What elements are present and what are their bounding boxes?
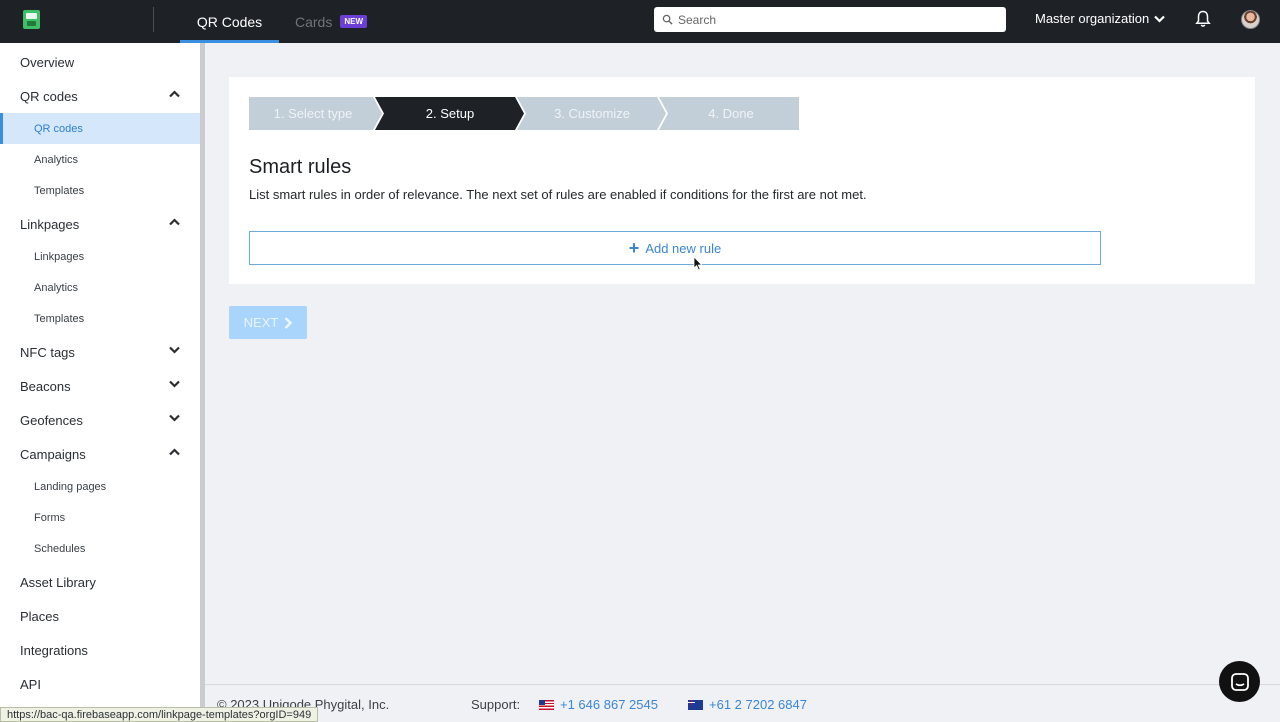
plus-icon: + — [628, 238, 640, 258]
sidebar-item-label: Analytics — [34, 281, 79, 294]
page-description: List smart rules in order of relevance. … — [249, 187, 867, 202]
sidebar-item-geofences[interactable]: Geofences — [0, 405, 200, 435]
support-phone-au[interactable]: +61 2 7202 6847 — [688, 697, 807, 712]
sidebar-subitem-templates[interactable]: Templates — [0, 175, 200, 206]
sidebar-item-label: QR codes — [20, 88, 78, 104]
chevron-down-icon[interactable] — [169, 414, 180, 422]
sidebar-item-places[interactable]: Places — [0, 601, 200, 631]
sidebar-subitem-linkpages[interactable]: Linkpages — [0, 241, 200, 272]
tab-qr-codes[interactable]: QR Codes — [180, 0, 279, 43]
sidebar-subitem-analytics[interactable]: Analytics — [0, 272, 200, 303]
chevron-down-icon[interactable] — [169, 380, 180, 388]
user-avatar[interactable] — [1241, 10, 1260, 29]
sidebar-item-label: Schedules — [34, 542, 86, 555]
sidebar-subitem-schedules[interactable]: Schedules — [0, 533, 200, 564]
sidebar-item-label: API — [20, 676, 41, 692]
us-flag-icon — [539, 699, 554, 710]
sidebar-item-label: Landing pages — [34, 480, 107, 493]
sidebar-subitem-landing-pages[interactable]: Landing pages — [0, 471, 200, 502]
sidebar-item-label: QR codes — [34, 122, 83, 135]
search-box[interactable] — [654, 7, 1006, 32]
wizard-step-setup[interactable]: 2. Setup — [379, 97, 521, 130]
notification-bell-icon[interactable] — [1195, 10, 1211, 28]
sidebar-item-label: Overview — [20, 54, 75, 70]
sidebar-item-api[interactable]: API — [0, 669, 200, 699]
search-input[interactable] — [678, 12, 998, 27]
add-new-rule-button[interactable]: + Add new rule — [249, 231, 1101, 265]
chat-icon — [1230, 672, 1249, 691]
navbar-divider — [153, 7, 154, 32]
sidebar-item-qr-codes[interactable]: QR codes — [0, 81, 200, 111]
sidebar-item-label: Beacons — [20, 378, 71, 394]
sidebar-item-label: Campaigns — [20, 446, 86, 462]
chevron-up-icon[interactable] — [169, 218, 180, 226]
sidebar-item-label: Analytics — [34, 153, 79, 166]
mouse-cursor-icon — [693, 256, 703, 271]
organization-label: Master organization — [1035, 11, 1150, 26]
sidebar-item-label: Integrations — [20, 642, 88, 658]
next-button-label: NEXT — [243, 315, 279, 330]
sidebar-item-linkpages[interactable]: Linkpages — [0, 209, 200, 239]
chevron-up-icon[interactable] — [169, 448, 180, 456]
top-navbar: QR Codes Cards NEW Master organization — [0, 0, 1280, 43]
wizard-step-label: 3. Customize — [554, 106, 630, 121]
chevron-up-icon[interactable] — [169, 90, 180, 98]
sidebar-item-label: Templates — [34, 312, 85, 325]
wizard-step-label: 2. Setup — [425, 106, 475, 121]
support-phone-us[interactable]: +1 646 867 2545 — [539, 697, 658, 712]
chat-launcher-button[interactable] — [1219, 661, 1260, 702]
sidebar-subitem-qr-codes[interactable]: QR codes — [0, 113, 200, 144]
sidebar-item-label: Templates — [34, 184, 85, 197]
wizard-step-done[interactable]: 4. Done — [663, 97, 799, 130]
sidebar-subitem-templates[interactable]: Templates — [0, 303, 200, 334]
sidebar-item-label: Places — [20, 608, 60, 624]
wizard-step-select-type[interactable]: 1. Select type — [249, 97, 377, 130]
sidebar-item-integrations[interactable]: Integrations — [0, 635, 200, 665]
chevron-down-icon — [1154, 15, 1165, 23]
app-logo-icon[interactable] — [23, 10, 40, 29]
organization-selector[interactable]: Master organization — [1035, 11, 1165, 26]
sidebar-subitem-forms[interactable]: Forms — [0, 502, 200, 533]
page-title: Smart rules — [249, 156, 352, 178]
tab-qr-codes-label: QR Codes — [196, 13, 263, 30]
sidebar-item-label: Forms — [34, 511, 66, 524]
au-flag-icon — [688, 699, 703, 710]
sidebar-item-overview[interactable]: Overview — [0, 47, 200, 77]
support-phone-au-number: +61 2 7202 6847 — [709, 697, 807, 712]
sidebar-item-label: NFC tags — [20, 344, 75, 360]
sidebar-item-label: Linkpages — [20, 216, 80, 232]
page-footer: © 2023 Uniqode Phygital, Inc. Support: +… — [205, 684, 1280, 722]
sidebar: Overview QR codes QR codes Analytics Tem… — [0, 43, 200, 722]
wizard-step-customize[interactable]: 3. Customize — [521, 97, 663, 130]
new-badge: NEW — [340, 15, 368, 28]
sidebar-item-label: Geofences — [20, 412, 83, 428]
sidebar-item-label: Asset Library — [20, 574, 96, 590]
sidebar-item-nfc-tags[interactable]: NFC tags — [0, 337, 200, 367]
next-button[interactable]: NEXT — [229, 306, 307, 339]
support-phone-us-number: +1 646 867 2545 — [560, 697, 658, 712]
wizard-step-label: 4. Done — [708, 106, 754, 121]
chevron-down-icon[interactable] — [169, 346, 180, 354]
wizard-step-label: 1. Select type — [273, 106, 353, 121]
add-new-rule-label: Add new rule — [645, 240, 722, 256]
tab-cards[interactable]: Cards NEW — [295, 0, 368, 43]
browser-status-url: https://bac-qa.firebaseapp.com/linkpage-… — [0, 707, 319, 722]
sidebar-scrollbar[interactable] — [200, 43, 205, 722]
support-label: Support: — [471, 697, 521, 712]
tab-cards-label: Cards — [295, 13, 333, 30]
search-icon — [662, 14, 673, 25]
sidebar-item-asset-library[interactable]: Asset Library — [0, 567, 200, 597]
sidebar-item-label: Linkpages — [34, 250, 85, 263]
sidebar-item-campaigns[interactable]: Campaigns — [0, 439, 200, 469]
sidebar-subitem-analytics[interactable]: Analytics — [0, 144, 200, 175]
sidebar-item-beacons[interactable]: Beacons — [0, 371, 200, 401]
chevron-right-icon — [284, 316, 293, 329]
